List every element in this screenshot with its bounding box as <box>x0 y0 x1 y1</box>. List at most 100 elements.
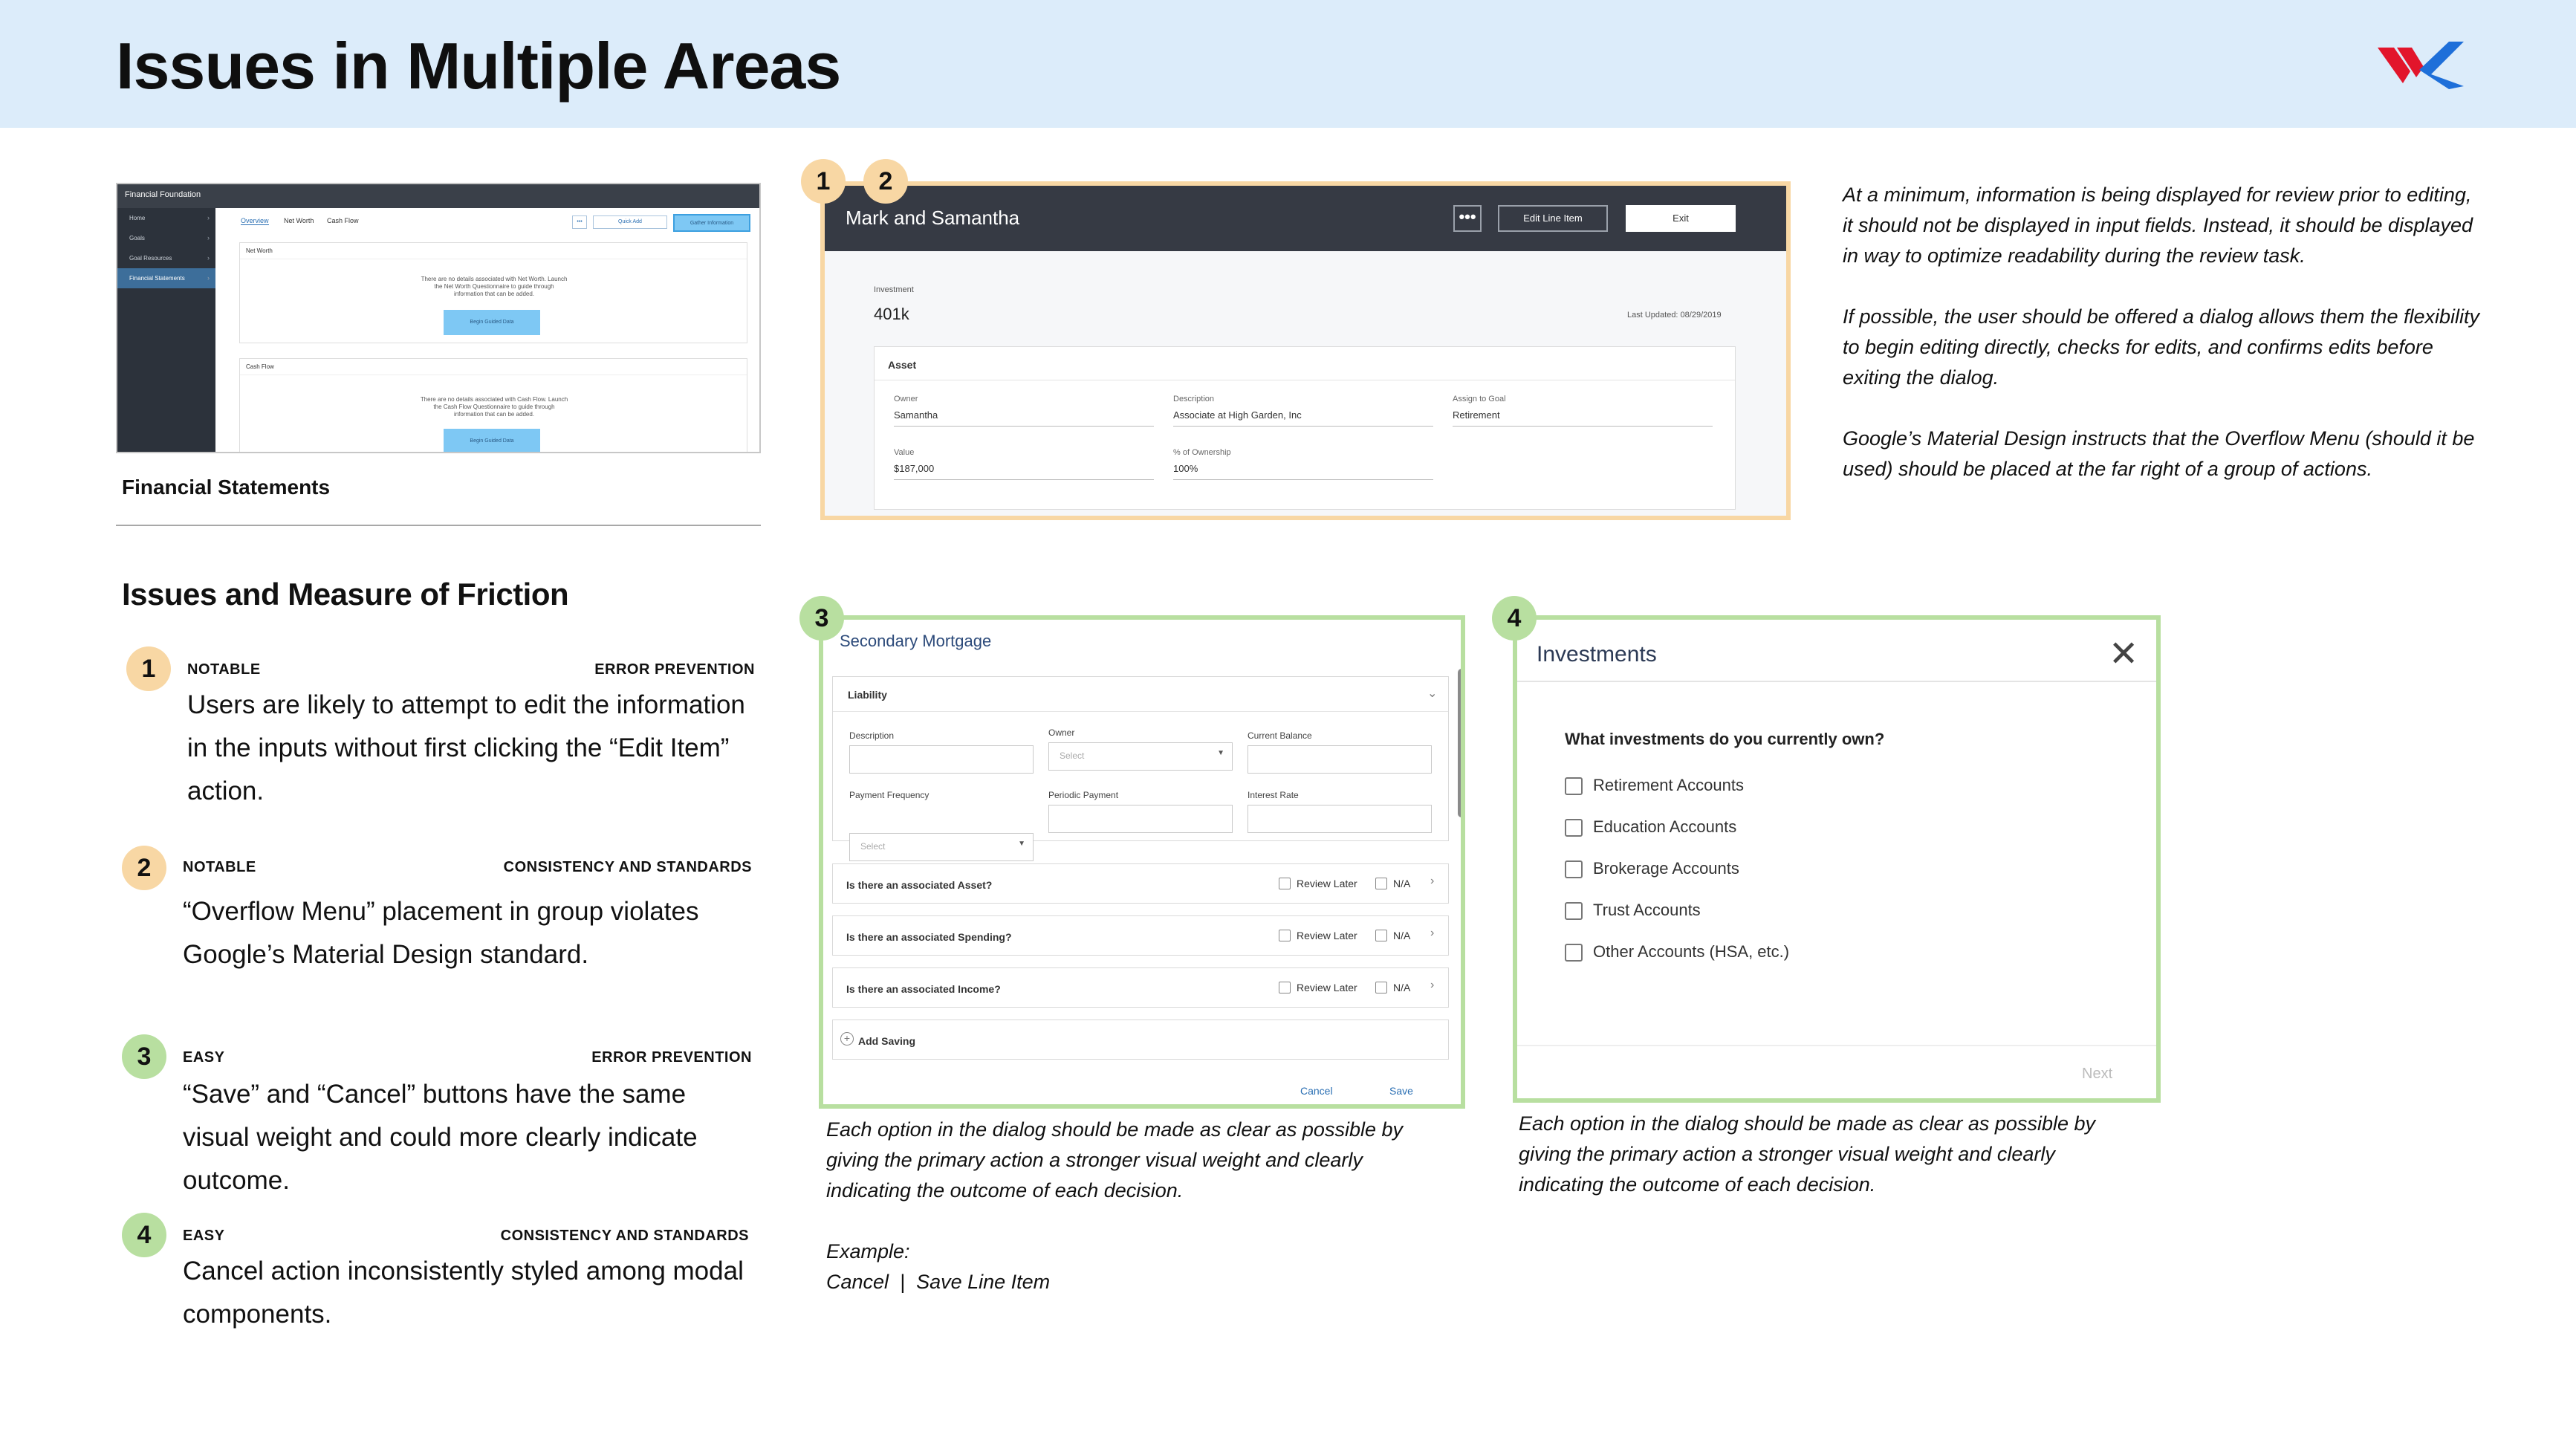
option-other[interactable]: Other Accounts (HSA, etc.) <box>1565 942 1789 962</box>
review-later-checkbox[interactable] <box>1279 930 1291 941</box>
issues-title: Issues and Measure of Friction <box>122 577 569 612</box>
note-mock-1: At a minimum, information is being displ… <box>1843 180 2482 484</box>
thumbnail-quick-add-button[interactable]: Quick Add <box>593 215 667 229</box>
chevron-right-icon[interactable]: › <box>1430 875 1434 888</box>
option-education[interactable]: Education Accounts <box>1565 817 1736 837</box>
thumbnail-card-title: Cash Flow <box>240 359 747 375</box>
value-field[interactable]: $187,000 <box>894 463 934 474</box>
checkbox[interactable] <box>1565 860 1583 879</box>
secondary-mortgage-mock: Secondary Mortgage Liability ⌄ Descripti… <box>819 615 1465 1109</box>
thumbnail-gather-button[interactable]: Gather Information <box>673 214 750 232</box>
overflow-menu-button[interactable]: ••• <box>1453 205 1482 232</box>
checkbox[interactable] <box>1565 944 1583 962</box>
owner-field[interactable]: Samantha <box>894 409 938 421</box>
issue-badge-4: 4 <box>122 1213 166 1257</box>
note-example: Cancel | Save Line Item <box>826 1271 1051 1293</box>
issue-description: “Save” and “Cancel” buttons have the sam… <box>183 1080 698 1195</box>
description-input[interactable] <box>849 745 1034 774</box>
thumbnail-sidebar-item[interactable]: Home › <box>117 208 215 228</box>
assign-goal-field[interactable]: Retirement <box>1453 409 1500 421</box>
periodic-payment-input[interactable] <box>1048 805 1233 833</box>
issue-badge-4: 4 <box>1492 596 1537 641</box>
option-retirement[interactable]: Retirement Accounts <box>1565 776 1744 796</box>
financial-statements-thumbnail: Financial Foundation Home › Goals › Goal R… <box>116 183 761 453</box>
thumbnail-tab-net-worth[interactable]: Net Worth <box>284 217 314 224</box>
issue-badge-2: 2 <box>863 159 908 204</box>
mock-title: Investments <box>1537 642 1657 667</box>
divider <box>116 525 761 526</box>
edit-line-item-button[interactable]: Edit Line Item <box>1498 205 1608 232</box>
na-checkbox[interactable] <box>1375 878 1387 889</box>
checkbox-label: Review Later <box>1297 982 1357 993</box>
investment-question: What investments do you currently own? <box>1565 730 1885 748</box>
issue-description: Users are likely to attempt to edit the … <box>187 690 745 805</box>
field-underline <box>1173 479 1433 480</box>
divider <box>1517 681 2156 682</box>
note-mock-3: Each option in the dialog should be made… <box>826 1115 1450 1297</box>
save-button[interactable]: Save <box>1389 1085 1413 1097</box>
note-example-label: Example: <box>826 1240 910 1262</box>
na-checkbox[interactable] <box>1375 930 1387 941</box>
cancel-button[interactable]: Cancel <box>1300 1085 1333 1097</box>
chevron-right-icon: › <box>207 234 210 242</box>
option-trust[interactable]: Trust Accounts <box>1565 901 1701 921</box>
thumbnail-tab-overview[interactable]: Overview <box>241 217 269 225</box>
issue-category: CONSISTENCY AND STANDARDS <box>500 1228 749 1244</box>
field-underline <box>1173 426 1433 427</box>
checkbox[interactable] <box>1565 902 1583 921</box>
issue-severity: EASY <box>183 1228 225 1244</box>
na-checkbox[interactable] <box>1375 982 1387 993</box>
thumbnail-sidebar-item[interactable]: Goal Resources › <box>117 248 215 268</box>
field-label: Current Balance <box>1248 730 1312 741</box>
current-balance-input[interactable] <box>1248 745 1432 774</box>
thumbnail-card-text: There are no details associated with Net… <box>421 276 568 297</box>
chevron-right-icon[interactable]: › <box>1430 979 1434 992</box>
field-label: Owner <box>894 395 918 403</box>
checkbox[interactable] <box>1565 819 1583 837</box>
owner-select[interactable]: Select ▼ <box>1048 742 1233 771</box>
thumbnail-tab-cash-flow[interactable]: Cash Flow <box>327 217 359 224</box>
chevron-down-icon[interactable]: ⌄ <box>1427 686 1437 701</box>
question-row[interactable]: Is there an associated Spending? Review … <box>832 915 1449 956</box>
question-text: Is there an associated Income? <box>846 983 1001 995</box>
thumbnail-card-title: Net Worth <box>240 243 747 259</box>
field-label: Periodic Payment <box>1048 790 1119 800</box>
note-paragraph: Google’s Material Design instructs that … <box>1843 427 2475 480</box>
field-label: Description <box>1173 395 1215 403</box>
issue-badge-1: 1 <box>126 646 171 691</box>
chevron-right-icon[interactable]: › <box>1430 927 1434 940</box>
thumbnail-more-button[interactable]: ••• <box>572 215 587 229</box>
checkbox-label: Review Later <box>1297 878 1357 889</box>
close-icon[interactable]: ✕ <box>2109 633 2138 675</box>
investment-label: Investment <box>874 285 914 294</box>
exit-button[interactable]: Exit <box>1626 205 1736 232</box>
thumbnail-sidebar-item-active[interactable]: Financial Statements › <box>117 268 215 288</box>
checkbox-label: N/A <box>1393 878 1411 889</box>
interest-rate-input[interactable] <box>1248 805 1432 833</box>
description-field[interactable]: Associate at High Garden, Inc <box>1173 409 1302 421</box>
add-saving-label: Add Saving <box>858 1035 916 1047</box>
checkbox-label: Review Later <box>1297 930 1357 941</box>
edit-line-item-mock: Mark and Samantha ••• Edit Line Item Exi… <box>820 181 1791 520</box>
checkbox[interactable] <box>1565 777 1583 796</box>
scrollbar[interactable] <box>1458 669 1461 817</box>
payment-frequency-select[interactable]: Select ▼ <box>849 833 1034 861</box>
question-row[interactable]: Is there an associated Asset? Review Lat… <box>832 863 1449 904</box>
option-brokerage[interactable]: Brokerage Accounts <box>1565 859 1739 879</box>
field-underline <box>894 479 1154 480</box>
thumbnail-begin-guided-button[interactable]: Begin Guided Data <box>444 310 540 335</box>
chevron-right-icon: › <box>207 274 210 282</box>
thumbnail-sidebar-item[interactable]: Goals › <box>117 228 215 248</box>
review-later-checkbox[interactable] <box>1279 982 1291 993</box>
investments-mock: Investments ✕ What investments do you cu… <box>1513 615 2161 1103</box>
issue-badge-3: 3 <box>122 1034 166 1079</box>
thumbnail-begin-guided-button[interactable]: Begin Guided Data <box>444 429 540 452</box>
issue-description: “Overflow Menu” placement in group viola… <box>183 897 699 969</box>
ownership-field[interactable]: 100% <box>1173 463 1198 474</box>
chevron-right-icon: › <box>207 254 210 262</box>
next-button[interactable]: Next <box>2082 1066 2112 1083</box>
add-saving-row[interactable]: + Add Saving <box>832 1020 1449 1060</box>
note-paragraph: Each option in the dialog should be made… <box>1519 1112 2095 1196</box>
question-row[interactable]: Is there an associated Income? Review La… <box>832 967 1449 1008</box>
review-later-checkbox[interactable] <box>1279 878 1291 889</box>
